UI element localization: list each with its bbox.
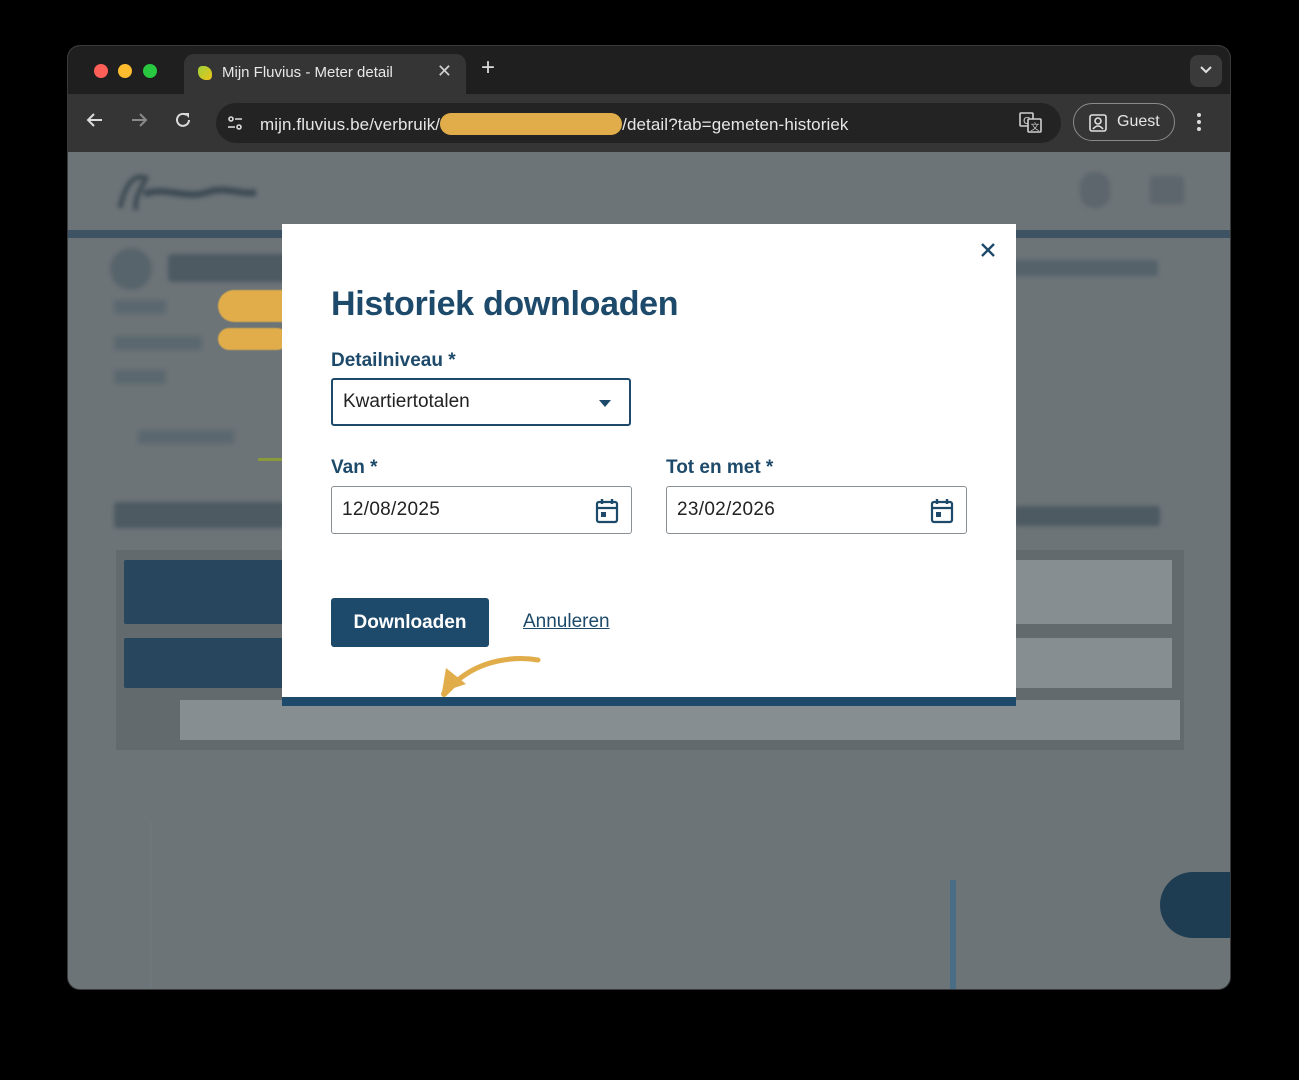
back-arrow-icon[interactable] xyxy=(86,111,104,129)
forward-arrow-icon[interactable] xyxy=(130,111,148,129)
chart-bar xyxy=(950,880,956,989)
period-toggle xyxy=(124,638,284,688)
browser-tab[interactable]: Mijn Fluvius - Meter detail ✕ xyxy=(184,54,466,94)
chat-button xyxy=(1160,872,1230,938)
redaction-mark xyxy=(440,113,623,135)
download-link-placeholder xyxy=(1014,506,1160,526)
to-date-label: Tot en met * xyxy=(666,457,774,478)
date-nav-bar xyxy=(180,700,1180,740)
browser-window: Mijn Fluvius - Meter detail ✕ + mijn.flu… xyxy=(68,46,1230,989)
redaction-mark xyxy=(218,328,288,350)
from-date-value: 12/08/2025 xyxy=(342,499,441,520)
calendar-icon[interactable] xyxy=(595,498,619,524)
chart-axis xyxy=(150,822,152,989)
more-menu-icon[interactable] xyxy=(1196,112,1202,132)
address-bar[interactable]: mijn.fluvius.be/verbruik/ /detail?tab=gem… xyxy=(216,103,1061,143)
translate-icon[interactable]: G 文 xyxy=(1019,112,1043,134)
dag-toggle xyxy=(124,560,284,624)
new-tab-button[interactable]: + xyxy=(481,56,495,80)
url-text: mijn.fluvius.be/verbruik/ /detail?tab=gem… xyxy=(260,113,849,135)
fluvius-favicon-icon xyxy=(198,66,212,80)
detail-level-select[interactable]: Kwartiertotalen xyxy=(331,378,631,426)
tab-search-button[interactable] xyxy=(1190,55,1222,87)
download-button[interactable]: Downloaden xyxy=(331,598,489,647)
profile-icon xyxy=(1089,114,1107,132)
label-placeholder xyxy=(114,336,202,350)
tab-placeholder xyxy=(138,430,234,444)
detail-level-value: Kwartiertotalen xyxy=(343,391,470,412)
calendar-icon[interactable] xyxy=(930,498,954,524)
zoom-window-button[interactable] xyxy=(143,64,157,78)
caret-down-icon xyxy=(599,400,611,407)
close-icon[interactable]: ✕ xyxy=(437,61,452,82)
from-date-label: Van * xyxy=(331,457,378,478)
svg-text:文: 文 xyxy=(1031,121,1040,133)
url-suffix: /detail?tab=gemeten-historiek xyxy=(622,115,849,134)
modal-title: Historiek downloaden xyxy=(331,285,679,323)
notification-bell-icon xyxy=(1080,172,1110,208)
site-settings-icon[interactable] xyxy=(226,114,244,132)
profile-button[interactable]: Guest xyxy=(1073,103,1175,141)
minimize-window-button[interactable] xyxy=(118,64,132,78)
to-date-value: 23/02/2026 xyxy=(677,499,776,520)
reload-icon[interactable] xyxy=(174,111,192,129)
tab-strip: Mijn Fluvius - Meter detail ✕ + xyxy=(68,46,1230,94)
browser-toolbar: mijn.fluvius.be/verbruik/ /detail?tab=gem… xyxy=(68,94,1230,152)
detail-level-label: Detailniveau * xyxy=(331,350,456,371)
tab-title: Mijn Fluvius - Meter detail xyxy=(222,64,393,81)
download-history-modal: Historiek downloaden Detailniveau * Kwar… xyxy=(282,224,1016,706)
meter-icon xyxy=(110,248,152,290)
from-date-input[interactable]: 12/08/2025 xyxy=(331,486,632,534)
close-icon[interactable] xyxy=(980,242,996,258)
annotation-arrow-icon xyxy=(441,656,541,697)
to-date-input[interactable]: 23/02/2026 xyxy=(666,486,967,534)
close-window-button[interactable] xyxy=(94,64,108,78)
profile-label: Guest xyxy=(1117,113,1160,130)
url-prefix: mijn.fluvius.be/verbruik/ xyxy=(260,115,441,134)
chevron-down-icon xyxy=(1200,66,1212,74)
toggle-placeholder xyxy=(1016,560,1172,624)
label-placeholder xyxy=(114,370,166,384)
section-title-placeholder xyxy=(114,502,284,528)
menu-icon xyxy=(1150,176,1184,204)
fluvius-logo xyxy=(117,174,258,211)
cancel-link[interactable]: Annuleren xyxy=(523,611,610,633)
toggle-placeholder xyxy=(1016,638,1172,688)
label-placeholder xyxy=(114,300,166,314)
